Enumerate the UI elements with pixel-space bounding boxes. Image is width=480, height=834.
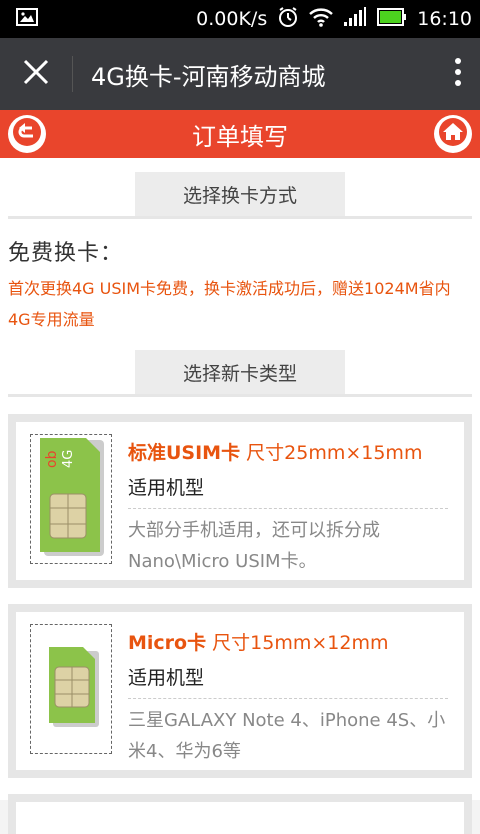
home-button[interactable]	[434, 115, 472, 153]
card-title: Micro卡 尺寸15mm×12mm	[128, 628, 448, 655]
wifi-icon	[309, 7, 334, 32]
card-size: 尺寸15mm×12mm	[212, 632, 389, 654]
card-description: 三星GALAXY Note 4、iPhone 4S、小米4、华为6等	[128, 710, 446, 762]
page-header: 订单填写	[0, 110, 480, 158]
more-vertical-icon	[454, 57, 462, 91]
close-icon	[23, 59, 49, 89]
card-size: 尺寸25mm×15mm	[246, 442, 423, 464]
back-button[interactable]	[8, 115, 46, 153]
window-title: 4G换卡-河南移动商城	[91, 62, 326, 91]
tab-choose-method[interactable]: 选择换卡方式	[135, 172, 345, 216]
svg-text:4G: 4G	[61, 450, 76, 468]
title-divider	[72, 56, 73, 92]
close-button[interactable]	[0, 38, 72, 110]
micro-sim-icon	[41, 645, 101, 733]
order-form: 选择换卡方式 免费换卡： 首次更换4G USIM卡免费，换卡激活成功后，赠送10…	[0, 158, 480, 834]
free-swap-title: 免费换卡：	[8, 241, 124, 266]
card-option-body: ob 4G 标准USIM卡 尺寸25mm×15mm 适用机型 大部分手机适用，还…	[16, 422, 464, 580]
image-notification-icon	[16, 7, 38, 31]
alarm-icon	[277, 6, 299, 33]
card-name: Micro卡	[128, 632, 207, 654]
sim-image-frame	[30, 624, 112, 754]
card-name: 标准USIM卡	[128, 442, 241, 464]
method-section-header: 选择换卡方式	[8, 172, 472, 219]
type-section-header: 选择新卡类型	[8, 350, 472, 397]
svg-text:ob: ob	[44, 450, 60, 468]
back-arrow-icon	[12, 117, 42, 151]
signal-icon	[343, 6, 367, 32]
card-subtitle: 适用机型	[128, 663, 448, 699]
status-bar: 0.00K/s 16:10	[0, 0, 480, 38]
network-speed: 0.00K/s	[196, 8, 268, 30]
clock: 16:10	[417, 8, 472, 30]
more-options-button[interactable]	[436, 38, 480, 110]
card-option-body	[16, 802, 464, 834]
battery-icon	[377, 7, 407, 31]
app-title-bar: 4G换卡-河南移动商城	[0, 38, 480, 110]
page-title: 订单填写	[192, 122, 288, 151]
sim-image-frame: ob 4G	[30, 434, 112, 564]
home-icon	[438, 117, 468, 151]
free-swap-description: 首次更换4G USIM卡免费，换卡激活成功后，赠送1024M省内4G专用流量	[8, 279, 451, 329]
card-title: 标准USIM卡 尺寸25mm×15mm	[128, 438, 448, 465]
card-description: 大部分手机适用，还可以拆分成Nano\Micro USIM卡。	[128, 520, 380, 572]
card-option-body: Micro卡 尺寸15mm×12mm 适用机型 三星GALAXY Note 4、…	[16, 612, 464, 770]
standard-sim-icon: ob 4G	[36, 436, 106, 562]
card-subtitle: 适用机型	[128, 473, 448, 509]
card-option-next[interactable]	[8, 794, 472, 834]
card-option-micro[interactable]: Micro卡 尺寸15mm×12mm 适用机型 三星GALAXY Note 4、…	[8, 604, 472, 778]
tab-choose-card-type[interactable]: 选择新卡类型	[135, 350, 345, 394]
card-option-standard[interactable]: ob 4G 标准USIM卡 尺寸25mm×15mm 适用机型 大部分手机适用，还…	[8, 414, 472, 588]
